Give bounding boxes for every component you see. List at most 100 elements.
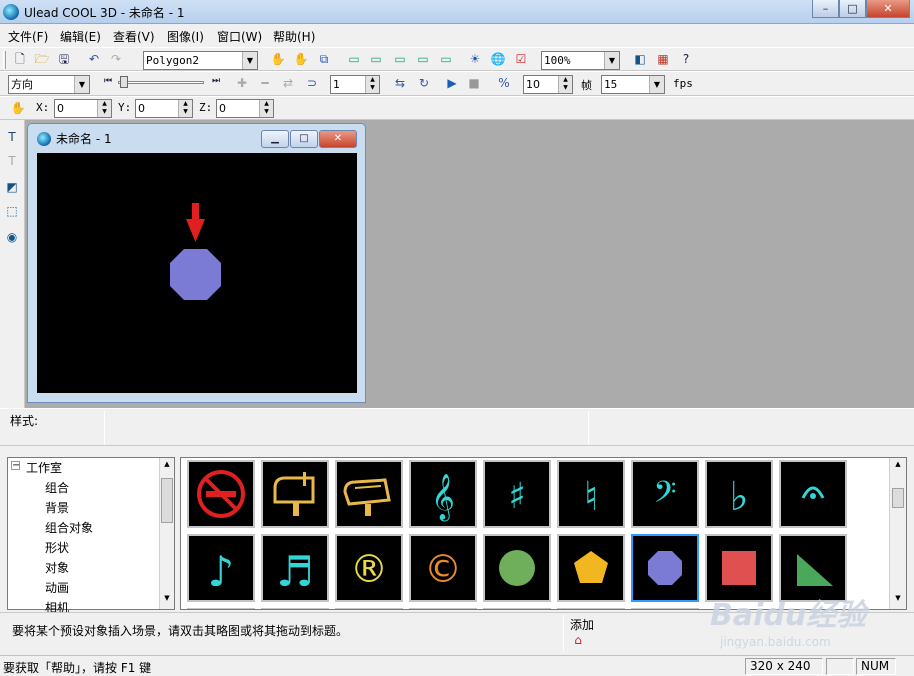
thumb-circle[interactable] (483, 534, 551, 602)
hand-move-icon[interactable]: ✋ (268, 50, 288, 69)
redo-icon[interactable]: ↷ (106, 50, 126, 69)
maximize-button[interactable]: □ (839, 0, 866, 18)
thumb-mailbox[interactable] (261, 460, 329, 528)
first-frame-icon[interactable]: ⏮ (98, 72, 118, 91)
insert-object-icon[interactable]: ◉ (2, 228, 22, 247)
thumb-row3[interactable] (187, 608, 255, 609)
swap-icon[interactable]: ⇆ (390, 74, 410, 93)
timeline-thumb[interactable] (120, 76, 128, 88)
add-keyframe-icon[interactable]: ✚ (232, 74, 252, 93)
thumb-fermata[interactable] (779, 460, 847, 528)
thumb-row3[interactable] (335, 608, 403, 609)
camera-side-icon[interactable]: ▭ (390, 50, 410, 69)
play-icon[interactable]: ▶ (442, 74, 462, 93)
thumb-octagon[interactable] (631, 534, 699, 602)
close-button[interactable]: ✕ (866, 0, 910, 18)
select-region-icon[interactable]: ⬚ (2, 202, 22, 221)
x-input[interactable]: 0 ▲ ▼ (54, 99, 112, 118)
menu-file[interactable]: 文件(F) (8, 28, 48, 45)
thumb-copyright[interactable]: © (409, 534, 477, 602)
menu-help[interactable]: 帮助(H) (273, 28, 315, 45)
minimize-button[interactable]: – (812, 0, 839, 18)
camera-bottom-icon[interactable]: ▭ (436, 50, 456, 69)
insert-graphic-icon[interactable]: ◩ (2, 178, 22, 197)
check-icon[interactable]: ☑ (511, 50, 531, 69)
scroll-down-icon[interactable]: ▼ (892, 594, 904, 606)
gallery-scrollbar[interactable]: ▲ ▼ (889, 458, 906, 609)
edit-text-icon[interactable]: T (2, 152, 22, 171)
thumb-row3[interactable] (557, 608, 625, 609)
stop-icon[interactable]: ■ (464, 74, 484, 93)
tree-scroll-thumb[interactable] (161, 478, 173, 523)
thumb-registered[interactable]: ® (335, 534, 403, 602)
thumb-flat[interactable]: ♭ (705, 460, 773, 528)
frame-count-stepper[interactable]: 10 ▲ ▼ (523, 75, 573, 94)
menu-image[interactable]: 图像(I) (167, 28, 204, 45)
lighting-icon[interactable]: ☀ (465, 50, 485, 69)
thumb-pentagon[interactable] (557, 534, 625, 602)
zoom-select[interactable]: 100% ▼ (541, 51, 620, 70)
refresh-icon[interactable]: ↻ (414, 74, 434, 93)
timeline-slider[interactable] (118, 81, 204, 84)
octagon-object[interactable] (170, 249, 221, 300)
y-input[interactable]: 0 ▲ ▼ (135, 99, 193, 118)
scroll-up-icon[interactable]: ▲ (161, 460, 173, 472)
camera-back-icon[interactable]: ▭ (366, 50, 386, 69)
resize-icon[interactable]: ⧉ (314, 50, 334, 69)
position-tool-icon[interactable]: ✋ (8, 99, 28, 118)
doc-maximize-button[interactable]: □ (290, 130, 318, 148)
tree-item-composition[interactable]: 组合 (45, 479, 69, 496)
reverse-icon[interactable]: ⇄ (278, 74, 298, 93)
attribute-select[interactable]: 方向 ▼ (8, 75, 90, 94)
thumb-row3[interactable] (631, 608, 699, 609)
scroll-up-icon[interactable]: ▲ (892, 460, 904, 472)
doc-close-button[interactable]: ✕ (319, 130, 357, 148)
open-folder-icon[interactable]: 🗁 (32, 50, 52, 69)
object-select[interactable]: Polygon2 ▼ (143, 51, 258, 70)
tree-root-studio[interactable]: 工作室 (26, 459, 62, 476)
last-frame-icon[interactable]: ⏭ (206, 72, 226, 91)
scene-canvas[interactable] (37, 153, 357, 393)
camera-top-icon[interactable]: ▭ (413, 50, 433, 69)
add-to-scene-icon[interactable]: ⌂ (568, 631, 588, 650)
easy-palette-icon[interactable]: ◧ (630, 50, 650, 69)
menu-view[interactable]: 查看(V) (113, 28, 155, 45)
object-manager-icon[interactable]: ▦ (653, 50, 673, 69)
save-icon[interactable]: 🖫 (54, 50, 74, 69)
menu-window[interactable]: 窗口(W) (217, 28, 262, 45)
tree-item-animation[interactable]: 动画 (45, 579, 69, 596)
thumb-eighth-note[interactable]: ♪ (187, 534, 255, 602)
camera-front-icon[interactable]: ▭ (344, 50, 364, 69)
thumb-row3[interactable] (483, 608, 551, 609)
thumb-treble-clef[interactable]: 𝄞 (409, 460, 477, 528)
hand-rotate-icon[interactable]: ✋ (291, 50, 311, 69)
thumb-triangle[interactable] (779, 534, 847, 602)
thumb-bass-clef[interactable]: 𝄢 (631, 460, 699, 528)
insert-text-icon[interactable]: T (2, 128, 22, 147)
thumb-no-smoking[interactable] (187, 460, 255, 528)
tree-scrollbar[interactable]: ▲ ▼ (159, 458, 174, 609)
tree-item-object[interactable]: 对象 (45, 559, 69, 576)
context-help-icon[interactable]: ? (676, 50, 696, 69)
thumb-natural[interactable]: ♮ (557, 460, 625, 528)
new-file-icon[interactable]: 🗋 (10, 50, 30, 69)
thumb-sixteenth-note[interactable]: ♬ (261, 534, 329, 602)
fps-select[interactable]: 15 ▼ (601, 75, 665, 94)
tree-item-background[interactable]: 背景 (45, 499, 69, 516)
collapse-icon[interactable]: − (11, 461, 20, 471)
thumb-mailbox-open[interactable] (335, 460, 403, 528)
frame-stepper[interactable]: 1 ▲ ▼ (330, 75, 380, 94)
tree-item-group-object[interactable]: 组合对象 (45, 519, 93, 536)
loop-icon[interactable]: ⊃ (302, 74, 322, 93)
remove-keyframe-icon[interactable]: ━ (255, 74, 275, 93)
undo-icon[interactable]: ↶ (84, 50, 104, 69)
thumb-row3[interactable] (261, 608, 329, 609)
thumb-square[interactable] (705, 534, 773, 602)
gallery-scroll-thumb[interactable] (892, 488, 904, 508)
thumb-sharp[interactable]: ♯ (483, 460, 551, 528)
globe-icon[interactable]: 🌐 (488, 50, 508, 69)
tree-item-shape[interactable]: 形状 (45, 539, 69, 556)
percent-icon[interactable]: % (494, 74, 514, 93)
scroll-down-icon[interactable]: ▼ (161, 594, 173, 606)
doc-minimize-button[interactable]: ▁ (261, 130, 289, 148)
